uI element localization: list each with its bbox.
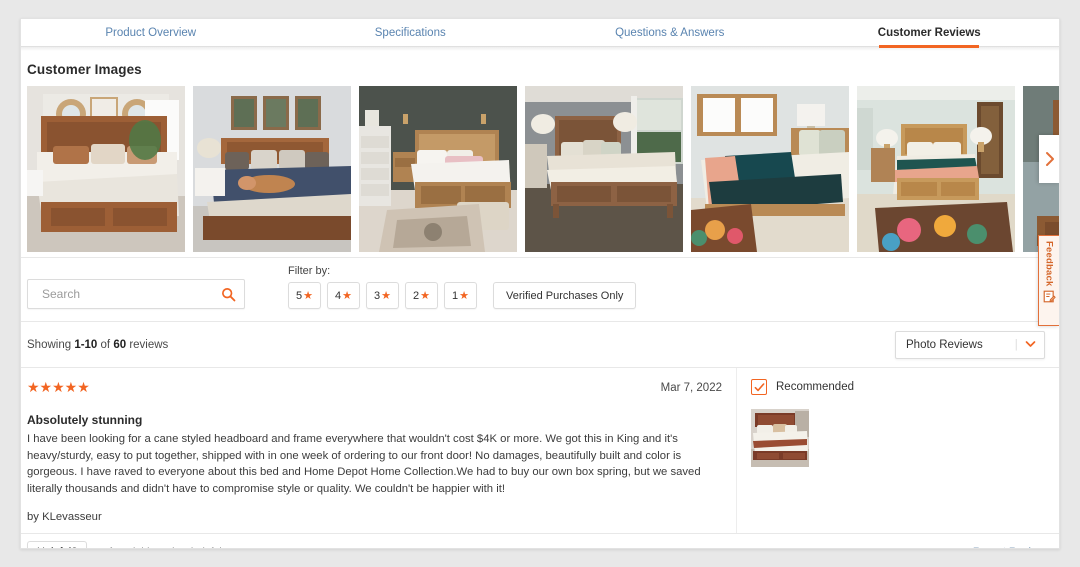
customer-image-thumbnail[interactable] <box>27 86 185 252</box>
filter-4-star-button[interactable]: 4 ★ <box>327 282 360 309</box>
filter-3-star-button[interactable]: 3 ★ <box>366 282 399 309</box>
filter-star-count: 4 <box>335 289 342 302</box>
filter-2-star-button[interactable]: 2 ★ <box>405 282 438 309</box>
review-date: Mar 7, 2022 <box>660 381 722 394</box>
customer-images-heading: Customer Images <box>27 62 142 77</box>
reviews-card: Product Overview Specifications Question… <box>20 18 1060 549</box>
report-review-link[interactable]: Report Review <box>973 546 1045 548</box>
recommended-label: Recommended <box>776 381 854 393</box>
showing-range: 1-10 <box>74 338 98 351</box>
filter-5-star-button[interactable]: 5 ★ <box>288 282 321 309</box>
tab-label: Customer Reviews <box>877 27 981 39</box>
checkmark-icon <box>754 382 764 391</box>
feedback-form-icon <box>1043 291 1056 303</box>
sort-divider: | <box>1014 338 1018 351</box>
helpful-button[interactable]: Helpful? <box>27 540 88 548</box>
star-icon: ★ <box>342 290 352 302</box>
recommended-checkbox <box>751 379 767 395</box>
star-icon: ★ <box>381 290 391 302</box>
tab-customer-reviews[interactable]: Customer Reviews <box>800 19 1060 48</box>
rating-filter-buttons: 5 ★ 4 ★ 3 ★ 2 ★ 1 ★ Verified Purchases O… <box>288 282 637 309</box>
customer-image-thumbnail[interactable] <box>525 86 683 252</box>
filter-star-count: 5 <box>296 289 303 302</box>
star-icon: ★ <box>420 290 430 302</box>
product-tab-bar: Product Overview Specifications Question… <box>21 19 1060 48</box>
helpful-label: Helpful? <box>37 546 77 548</box>
review-footer-left: Helpful? 1 found this review helpful <box>27 540 222 548</box>
review-side-column: Recommended <box>737 368 1059 533</box>
review-rating-stars: ★★★★★ <box>27 379 90 395</box>
tab-questions-answers[interactable]: Questions & Answers <box>540 19 800 47</box>
filter-star-count: 2 <box>413 289 420 302</box>
helpful-count-text: 1 found this review helpful <box>100 546 221 548</box>
sort-dropdown-arrow-group: | <box>1015 339 1036 351</box>
customer-image-thumbnail[interactable] <box>691 86 849 252</box>
showing-prefix: Showing <box>27 338 75 351</box>
review-header: ★★★★★ Mar 7, 2022 <box>27 379 722 396</box>
sort-selected-value: Photo Reviews <box>906 338 983 351</box>
search-input[interactable] <box>40 286 221 302</box>
verified-purchases-only-button[interactable]: Verified Purchases Only <box>493 282 637 309</box>
review-body-text: I have been looking for a cane styled he… <box>27 433 701 496</box>
review-footer: Helpful? 1 found this review helpful Rep… <box>21 532 1059 548</box>
feedback-tab-label: Feedback <box>1043 241 1055 287</box>
star-icon: ★ <box>459 290 469 302</box>
carousel-next-button[interactable] <box>1039 135 1059 183</box>
sort-dropdown[interactable]: Photo Reviews | <box>895 330 1045 359</box>
customer-image-thumbnail[interactable] <box>857 86 1015 252</box>
customer-image-thumbnail[interactable] <box>193 86 351 252</box>
showing-middle: of <box>97 338 114 351</box>
tab-label: Specifications <box>374 27 446 39</box>
filter-1-star-button[interactable]: 1 ★ <box>444 282 477 309</box>
rating-filter-group: Filter by: 5 ★ 4 ★ 3 ★ 2 ★ 1 ★ Verified … <box>288 265 637 309</box>
customer-image-thumbnail[interactable] <box>359 86 517 252</box>
showing-count-text: Showing 1-10 of 60 reviews <box>27 339 168 351</box>
recommended-row: Recommended <box>751 379 1045 395</box>
verified-label: Verified Purchases Only <box>506 289 624 302</box>
filter-star-count: 3 <box>374 289 381 302</box>
search-box[interactable] <box>27 279 245 309</box>
star-icon: ★ <box>303 290 313 302</box>
review-item: ★★★★★ Mar 7, 2022 Absolutely stunning I … <box>21 367 1059 533</box>
filter-toolbar: Filter by: 5 ★ 4 ★ 3 ★ 2 <box>21 257 1059 321</box>
feedback-tab[interactable]: Feedback <box>1038 235 1059 326</box>
customer-images-strip <box>27 86 1059 252</box>
tab-specifications[interactable]: Specifications <box>281 19 541 47</box>
tab-label: Product Overview <box>105 27 197 39</box>
page-root: Product Overview Specifications Question… <box>0 0 1080 567</box>
filter-by-label: Filter by: <box>288 265 331 277</box>
tab-product-overview[interactable]: Product Overview <box>21 19 281 47</box>
search-icon[interactable] <box>221 287 236 302</box>
chevron-right-icon <box>1045 152 1054 166</box>
results-summary-bar: Showing 1-10 of 60 reviews Photo Reviews… <box>21 321 1059 367</box>
showing-total: 60 <box>113 338 127 351</box>
customer-images-carousel <box>21 86 1059 252</box>
review-main-column: ★★★★★ Mar 7, 2022 Absolutely stunning I … <box>21 368 737 533</box>
review-author: by KLevasseur <box>27 510 102 523</box>
active-tab-underline <box>879 45 980 48</box>
review-photo-thumbnail[interactable] <box>751 409 809 467</box>
filter-star-count: 1 <box>452 289 459 302</box>
chevron-down-icon[interactable] <box>1025 340 1036 348</box>
review-title: Absolutely stunning <box>27 413 143 427</box>
tab-label: Questions & Answers <box>615 27 725 39</box>
showing-suffix: reviews <box>126 338 169 351</box>
